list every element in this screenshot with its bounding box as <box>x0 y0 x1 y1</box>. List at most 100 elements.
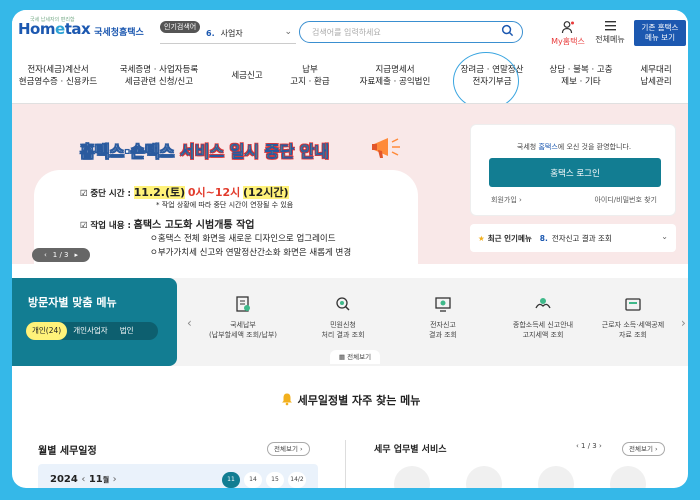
nav-item-payment[interactable]: 납부 고지 · 환급 <box>280 62 340 100</box>
nav-item-statement[interactable]: 지급명세서 자료제출 · 공익법인 <box>340 62 450 100</box>
header: 국세 납세자의 편리함 Hometax 국세청홈택스 6. 사업자 ⌄ 인기검색… <box>12 10 688 58</box>
nav-item-einvoice[interactable]: 전자(세금)계산서 현금영수증 · 신용카드 <box>12 62 104 100</box>
banner-pager[interactable]: ‹ 1 / 3 ▸ <box>32 248 90 262</box>
work-value: 홈택스 고도화 시범개통 작업 <box>133 220 255 231</box>
chevron-left-icon[interactable]: ‹ <box>81 474 85 485</box>
service-view-all-button[interactable]: 전체보기 › <box>622 442 665 456</box>
popular-menu-title: 최근 인기메뉴 <box>487 233 532 243</box>
service-pager-count: 1 / 3 <box>581 442 597 450</box>
popular-search-rank: 6. <box>206 29 215 38</box>
welcome-a: 국세청 <box>516 143 539 151</box>
stop-time-date: 11.2.(토) <box>133 186 186 199</box>
menu-item-label: 종합소득세 신고안내 <box>512 321 574 329</box>
monthly-view-all-button[interactable]: 전체보기 › <box>267 442 310 456</box>
calendar-day[interactable]: 11 <box>222 472 240 488</box>
chevron-left-icon[interactable]: ‹ <box>44 251 47 259</box>
section-divider <box>345 440 346 488</box>
highlight-circle <box>453 52 519 110</box>
check-icon: ☑ <box>80 189 88 199</box>
visitor-tabs: 개인(24) 개인사업자 법인 <box>26 322 158 340</box>
chevron-right-icon[interactable]: › <box>681 316 686 330</box>
logo-subtitle: 국세청홈택스 <box>94 28 144 38</box>
folder-icon <box>625 298 641 311</box>
nav-sublabel: 납세관리 <box>640 77 672 87</box>
stop-time-hours: (12시간) <box>242 186 289 199</box>
search-placeholder: 검색어를 입력하세요 <box>312 27 381 37</box>
menu-item-tax-payment[interactable]: 국세납부 (납부할세액 조회/납부) <box>195 294 291 340</box>
menu-item-label: 국세납부 <box>230 321 256 329</box>
search-input[interactable]: 검색어를 입력하세요 <box>299 21 523 43</box>
all-menu-label: 전체메뉴 <box>595 35 625 44</box>
stop-time-row: ☑ 중단 시간 : 11.2.(토) 0시~12시 (12시간) <box>80 184 289 200</box>
play-icon[interactable]: ▸ <box>75 251 79 259</box>
menu-item-civil-request[interactable]: 민원신청처리 결과 조회 <box>295 294 391 340</box>
tab-sole-proprietor[interactable]: 개인사업자 <box>67 322 114 340</box>
nav-sublabel: 고지 · 환급 <box>290 77 330 87</box>
find-account-link[interactable]: 아이디/비밀번호 찾기 <box>594 195 657 205</box>
stop-time-label: 중단 시간 : <box>90 189 131 199</box>
stop-time-note: * 작업 상황에 따라 중단 시간이 연장될 수 있음 <box>156 201 294 209</box>
chevron-right-icon[interactable]: › <box>113 474 117 485</box>
my-hometax-button[interactable]: My홈택스 <box>548 20 588 47</box>
popular-search-badge: 인기검색어 <box>160 21 201 33</box>
homepage-frame: 국세 납세자의 편리함 Hometax 국세청홈택스 6. 사업자 ⌄ 인기검색… <box>12 10 688 488</box>
service-icon[interactable] <box>538 466 574 488</box>
nav-item-agent[interactable]: 세무대리 납세관리 <box>628 62 684 100</box>
recent-popular-menu[interactable]: ★ 최근 인기메뉴 8. 전자신고 결과 조회 ⌄ <box>470 224 676 252</box>
visitor-more-tab[interactable]: ▦ 전체보기 <box>330 350 380 364</box>
work-line1: ㅇ홈택스 전체 화면을 새로운 디자인으로 업그레이드 <box>150 234 336 244</box>
nav-item-consult[interactable]: 상담 · 불복 · 고충제보 · 기타 <box>534 62 628 100</box>
chevron-right-icon[interactable]: › <box>599 442 602 450</box>
legacy-menu-button[interactable]: 기존 홈택스 메뉴 보기 <box>634 20 686 46</box>
service-view-all-label: 전체보기 <box>629 445 653 453</box>
nav-item-tax-report[interactable]: 세금신고 <box>214 62 280 100</box>
menu-item-sublabel: 처리 결과 조회 <box>321 331 365 339</box>
menu-item-sublabel: (납부할세액 조회/납부) <box>208 331 277 339</box>
nav-label: 상담 · 불복 · 고충 <box>549 65 613 75</box>
menu-item-sublabel: 고지세액 조회 <box>522 331 564 339</box>
search-icon[interactable] <box>501 24 514 37</box>
menu-item-income-tax[interactable]: 종합소득세 신고안내고지세액 조회 <box>495 294 591 340</box>
menu-item-label: 민원신청 <box>330 321 356 329</box>
nav-sublabel: 제보 · 기타 <box>561 77 601 87</box>
calendar-day[interactable]: 14 <box>244 472 262 488</box>
signup-link[interactable]: 회원가입 › <box>491 195 522 205</box>
calendar-month: 11 <box>88 474 103 485</box>
menu-item-label: 근로자 소득·세액공제 <box>601 321 665 329</box>
nav-label: 국세증명 · 사업자등록 <box>119 65 199 75</box>
nav-label: 지급명세서 <box>375 65 415 75</box>
work-label: 작업 내용 : <box>90 221 131 231</box>
banner-card[interactable]: ☑ 중단 시간 : 11.2.(토) 0시~12시 (12시간) * 작업 상황… <box>34 170 418 264</box>
tab-corporation[interactable]: 법인 <box>114 322 140 340</box>
menu-item-deduction[interactable]: 근로자 소득·세액공제자료 조회 <box>585 294 681 340</box>
chevron-left-icon[interactable]: ‹ <box>576 442 579 450</box>
grid-icon: ▦ <box>338 353 346 361</box>
hometax-logo[interactable]: 국세 납세자의 편리함 Hometax 국세청홈택스 <box>18 17 144 38</box>
schedule-section-label: 세무일정별 자주 찾는 메뉴 <box>297 394 421 407</box>
calendar-day[interactable]: 14/2 <box>288 472 306 488</box>
nav-sublabel: 현금영수증 · 신용카드 <box>18 77 98 87</box>
tab-individual[interactable]: 개인(24) <box>26 322 68 340</box>
calendar-month-unit: 월 <box>102 476 110 484</box>
visitor-items: ‹ 국세납부 (납부할세액 조회/납부) 민원신청처리 결과 조회 전자신고 결과 … <box>177 278 688 366</box>
chevron-left-icon[interactable]: ‹ <box>187 316 192 330</box>
hands-icon <box>535 298 551 309</box>
legacy-menu-line1: 기존 홈택스 <box>641 23 679 32</box>
banner-pager-count: 1 / 3 <box>52 251 69 259</box>
service-icon[interactable] <box>466 466 502 488</box>
monthly-schedule-title: 월별 세무일정 <box>38 446 97 457</box>
schedule-section-title: 세무일정별 자주 찾는 메뉴 <box>12 392 688 408</box>
banner-title-a: 홈택스·손택스 <box>80 142 175 162</box>
all-menu-button[interactable]: 전체메뉴 <box>592 20 628 45</box>
calendar-day[interactable]: 15 <box>266 472 284 488</box>
nav-item-certificate[interactable]: 국세증명 · 사업자등록 세금관련 신청/신고 <box>104 62 214 100</box>
monthly-view-all-label: 전체보기 <box>274 445 298 453</box>
popular-search-term: 사업자 <box>220 29 243 38</box>
service-pager[interactable]: ‹ 1 / 3 › <box>576 442 602 450</box>
menu-item-e-filing[interactable]: 전자신고 결과 조회 <box>395 294 491 340</box>
welcome-text: 국세청 홈택스에 오신 것을 환영합니다. <box>471 142 677 152</box>
service-icon[interactable] <box>610 466 646 488</box>
menu-item-sublabel: 자료 조회 <box>619 331 647 339</box>
service-icon[interactable] <box>394 466 430 488</box>
login-button[interactable]: 홈택스 로그인 <box>489 158 661 187</box>
